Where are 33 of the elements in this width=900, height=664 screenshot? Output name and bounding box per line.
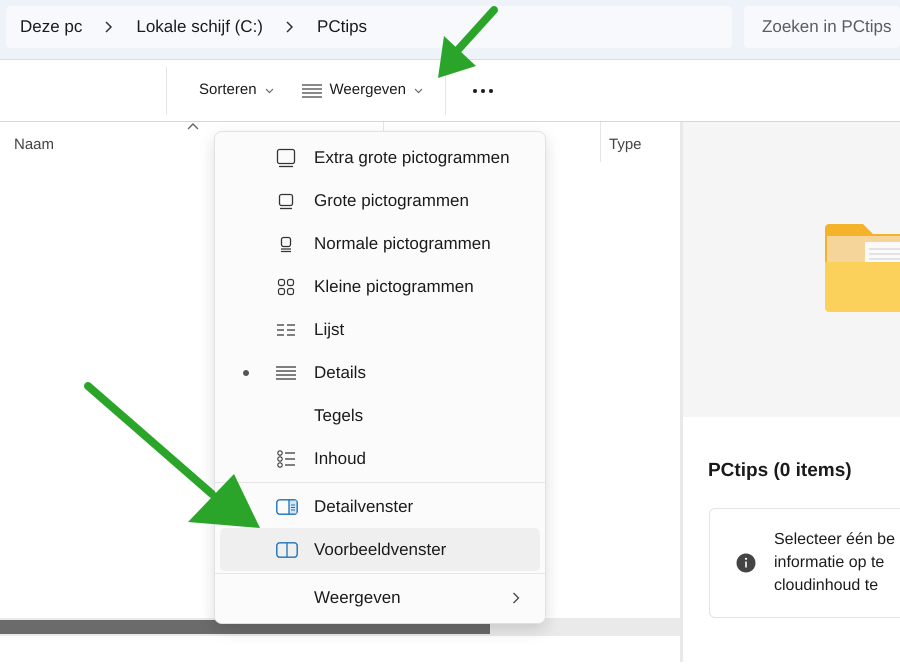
chevron-icon: [284, 20, 295, 34]
toolbar-button[interactable]: Weergeven: [288, 75, 437, 106]
chevron-right-icon: [512, 592, 520, 604]
pane-title: PCtips (0 items): [708, 459, 853, 483]
menu-item[interactable]: Kleine pictogrammen: [220, 265, 540, 308]
column-header[interactable]: Naam: [14, 134, 54, 156]
breadcrumb-item[interactable]: Deze pc: [20, 14, 82, 40]
breadcrumb-item[interactable]: Lokale schijf (C:): [136, 14, 263, 40]
info-text: Selecteer één be: [774, 530, 895, 550]
menu-item[interactable]: Inhoud: [220, 437, 540, 480]
menu-item[interactable]: Details: [220, 351, 540, 394]
chevron-down-icon: [264, 88, 274, 94]
menu-item[interactable]: Normale pictogrammen: [220, 222, 540, 265]
breadcrumb-item[interactable]: PCtips: [316, 14, 368, 40]
menu-item[interactable]: Extra grote pictogrammen: [220, 136, 540, 179]
chevron-down-icon: [414, 88, 423, 94]
pane-icon: [276, 540, 298, 560]
content-icon: [276, 448, 298, 468]
search-field[interactable]: Zoeken in PCtips: [744, 6, 900, 48]
list-icon: [302, 84, 322, 98]
menu-item[interactable]: Lijst: [220, 308, 540, 351]
column-header[interactable]: Type: [609, 134, 642, 156]
info-icon: [736, 552, 756, 572]
menu-item[interactable]: Grote pictogrammen: [220, 179, 540, 222]
display-icon: [276, 148, 298, 168]
toolbar-button[interactable]: Sorteren: [185, 75, 288, 106]
menu-item[interactable]: Voorbeeldvenster: [220, 528, 540, 571]
chevron-icon: [104, 20, 114, 34]
menu-item[interactable]: Weergeven: [220, 576, 540, 619]
info-text: cloudinhoud te: [774, 576, 880, 596]
pane-icon: [276, 496, 298, 516]
info-text: informatie op te: [774, 553, 886, 573]
menu-item[interactable]: Tegels: [220, 394, 540, 437]
